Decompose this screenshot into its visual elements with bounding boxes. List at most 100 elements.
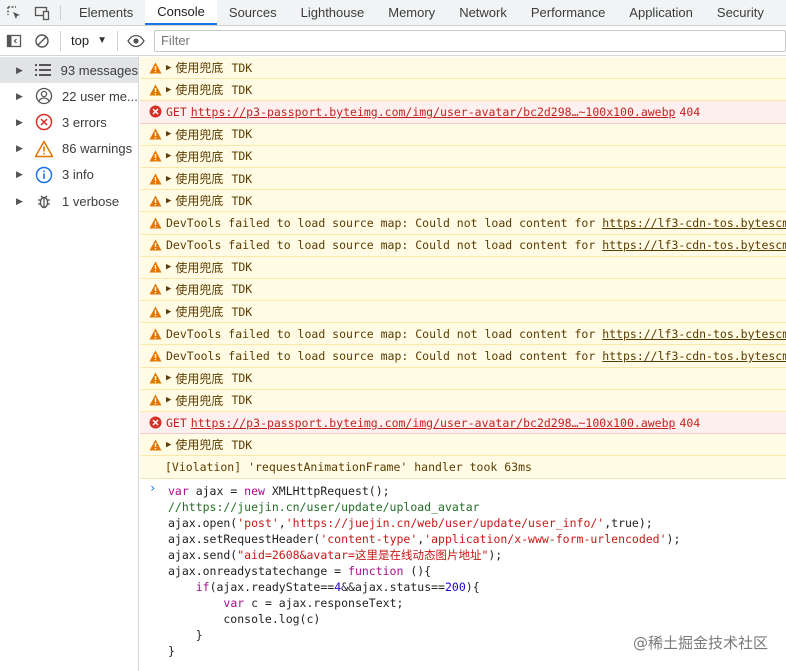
expand-arrow-icon[interactable]: ▶	[166, 395, 171, 405]
sidebar-item-info[interactable]: ▶ 3 info	[0, 162, 138, 188]
sidebar-item-label: 3 errors	[62, 114, 107, 130]
message-tag: TDK	[231, 260, 253, 275]
code-line: ajax.onreadystatechange = function (){	[168, 564, 432, 579]
code-line: var c = ajax.responseText;	[223, 596, 404, 611]
expand-arrow-icon[interactable]: ▶	[166, 196, 171, 206]
message-list: ▶ 使用兜底 TDK ▶ 使用兜底 TDK GET https://p3-pas…	[140, 57, 786, 457]
request-url-link[interactable]: https://p3-passport.byteimg.com/img/user…	[191, 416, 676, 430]
tab-performance[interactable]: Performance	[519, 0, 617, 25]
sidebar-item-verbose[interactable]: ▶ 1 verbose	[0, 188, 138, 214]
source-map-url-link[interactable]: https://lf3-cdn-tos.bytescm.com/obj/stat…	[602, 349, 786, 363]
message-text: 使用兜底	[175, 194, 224, 209]
expand-arrow-icon[interactable]: ▶	[166, 63, 171, 73]
expand-arrow-icon[interactable]: ▶	[166, 174, 171, 184]
message-tag: TDK	[231, 60, 253, 75]
sidebar-item-messages[interactable]: ▶ 93 messages	[0, 57, 138, 84]
expand-arrow-icon[interactable]: ▶	[16, 143, 24, 154]
expand-arrow-icon[interactable]: ▶	[16, 65, 24, 76]
warning-message[interactable]: ▶ 使用兜底 TDK	[140, 167, 786, 191]
source-map-url-link[interactable]: https://lf3-cdn-tos.bytescm.com/obj/stat…	[602, 327, 786, 341]
source-map-warning[interactable]: DevTools failed to load source map: Coul…	[140, 234, 786, 257]
warning-icon	[148, 172, 162, 186]
sidebar-item-label: 93 messages	[60, 62, 138, 78]
source-map-url-link[interactable]: https://lf3-cdn-tos.bytescm.com/obj/stat…	[602, 238, 786, 252]
message-tag: TDK	[231, 171, 253, 186]
tab-security[interactable]: Security	[705, 0, 776, 25]
eye-icon[interactable]	[122, 27, 150, 55]
device-toolbar-icon[interactable]	[28, 0, 56, 25]
expand-arrow-icon[interactable]: ▶	[166, 373, 171, 383]
error-icon	[34, 113, 54, 131]
warning-icon	[148, 438, 162, 452]
warning-message[interactable]: ▶ 使用兜底 TDK	[140, 301, 786, 324]
sidebar-item-label: 86 warnings	[62, 141, 133, 157]
message-tag: TDK	[231, 149, 253, 164]
sidebar-item-warnings[interactable]: ▶ 86 warnings	[0, 136, 138, 162]
sidebar-item-user-messages[interactable]: ▶ 22 user me...	[0, 83, 138, 109]
expand-arrow-icon[interactable]: ▶	[166, 307, 171, 317]
error-message[interactable]: GET https://p3-passport.byteimg.com/img/…	[140, 101, 786, 124]
message-tag: TDK	[231, 437, 253, 452]
tab-console[interactable]: Console	[145, 0, 217, 25]
expand-arrow-icon[interactable]: ▶	[166, 284, 171, 294]
expand-arrow-icon[interactable]: ▶	[166, 129, 171, 139]
warning-message[interactable]: ▶ 使用兜底 TDK	[140, 367, 786, 390]
status-code: 404	[679, 104, 701, 119]
request-url-link[interactable]: https://p3-passport.byteimg.com/img/user…	[191, 105, 676, 119]
warning-message[interactable]: ▶ 使用兜底 TDK	[140, 145, 786, 168]
clear-console-icon[interactable]	[28, 27, 56, 55]
warning-icon	[148, 149, 162, 163]
tab-memory[interactable]: Memory	[376, 0, 447, 25]
warning-icon	[148, 194, 162, 208]
tab-lighthouse[interactable]: Lighthouse	[289, 0, 377, 25]
expand-arrow-icon[interactable]: ▶	[16, 117, 24, 128]
console-messages: ▶ 使用兜底 TDK ▶ 使用兜底 TDK GET https://p3-pas…	[140, 57, 786, 671]
error-message[interactable]: GET https://p3-passport.byteimg.com/img/…	[140, 412, 786, 435]
watermark: @稀土掘金技术社区	[632, 634, 768, 652]
violation-text: [Violation] 'requestAnimationFrame' hand…	[165, 460, 532, 475]
warning-icon	[148, 238, 162, 252]
source-map-warning[interactable]: DevTools failed to load source map: Coul…	[140, 212, 786, 235]
tab-application[interactable]: Application	[617, 0, 705, 25]
warning-icon	[34, 140, 54, 158]
inspect-element-icon[interactable]	[0, 0, 28, 25]
chevron-down-icon: ▼	[97, 35, 107, 46]
filter-input[interactable]: Filter	[153, 29, 786, 52]
warning-message[interactable]: ▶ 使用兜底 TDK	[140, 123, 786, 146]
tab-sources[interactable]: Sources	[217, 0, 289, 25]
message-tag: TDK	[231, 193, 253, 208]
context-selector[interactable]: top ▼	[65, 33, 113, 48]
warning-message[interactable]: ▶ 使用兜底 TDK	[140, 79, 786, 102]
sidebar-item-errors[interactable]: ▶ 3 errors	[0, 109, 138, 135]
warning-message[interactable]: ▶ 使用兜底 TDK	[140, 434, 786, 457]
warning-icon	[148, 216, 162, 230]
tab-elements[interactable]: Elements	[67, 0, 145, 25]
message-text: 使用兜底	[175, 438, 224, 453]
warning-icon	[148, 260, 162, 274]
expand-arrow-icon[interactable]: ▶	[16, 169, 24, 180]
warning-message[interactable]: ▶ 使用兜底 TDK	[140, 389, 786, 412]
sidebar-toggle-icon[interactable]	[0, 27, 28, 55]
expand-arrow-icon[interactable]: ▶	[166, 440, 171, 450]
expand-arrow-icon[interactable]: ▶	[166, 262, 171, 272]
tab-network[interactable]: Network	[447, 0, 519, 25]
expand-arrow-icon[interactable]: ▶	[166, 85, 171, 95]
message-tag: TDK	[231, 393, 253, 408]
warning-message[interactable]: ▶ 使用兜底 TDK	[140, 256, 786, 279]
code-line: console.log(c)	[168, 612, 321, 627]
warning-message[interactable]: ▶ 使用兜底 TDK	[140, 57, 786, 80]
status-code: 404	[679, 415, 701, 430]
warning-message[interactable]: ▶ 使用兜底 TDK	[140, 278, 786, 302]
warning-message[interactable]: ▶ 使用兜底 TDK	[140, 190, 786, 213]
expand-arrow-icon[interactable]: ▶	[16, 91, 24, 102]
code-line: ajax.send("aid=2608&avatar=这里是在线动态图片地址")…	[168, 548, 503, 563]
expand-arrow-icon[interactable]: ▶	[166, 151, 171, 161]
source-map-url-link[interactable]: https://lf3-cdn-tos.bytescm.com/obj/stat…	[602, 216, 786, 230]
expand-arrow-icon[interactable]: ▶	[16, 196, 24, 207]
message-text: 使用兜底	[175, 282, 224, 297]
prompt-chevron-icon: ›	[149, 481, 157, 496]
source-map-warning[interactable]: DevTools failed to load source map: Coul…	[140, 345, 786, 368]
message-tag: TDK	[231, 304, 253, 319]
source-map-warning[interactable]: DevTools failed to load source map: Coul…	[140, 323, 786, 346]
message-text: DevTools failed to load source map: Coul…	[166, 215, 596, 230]
